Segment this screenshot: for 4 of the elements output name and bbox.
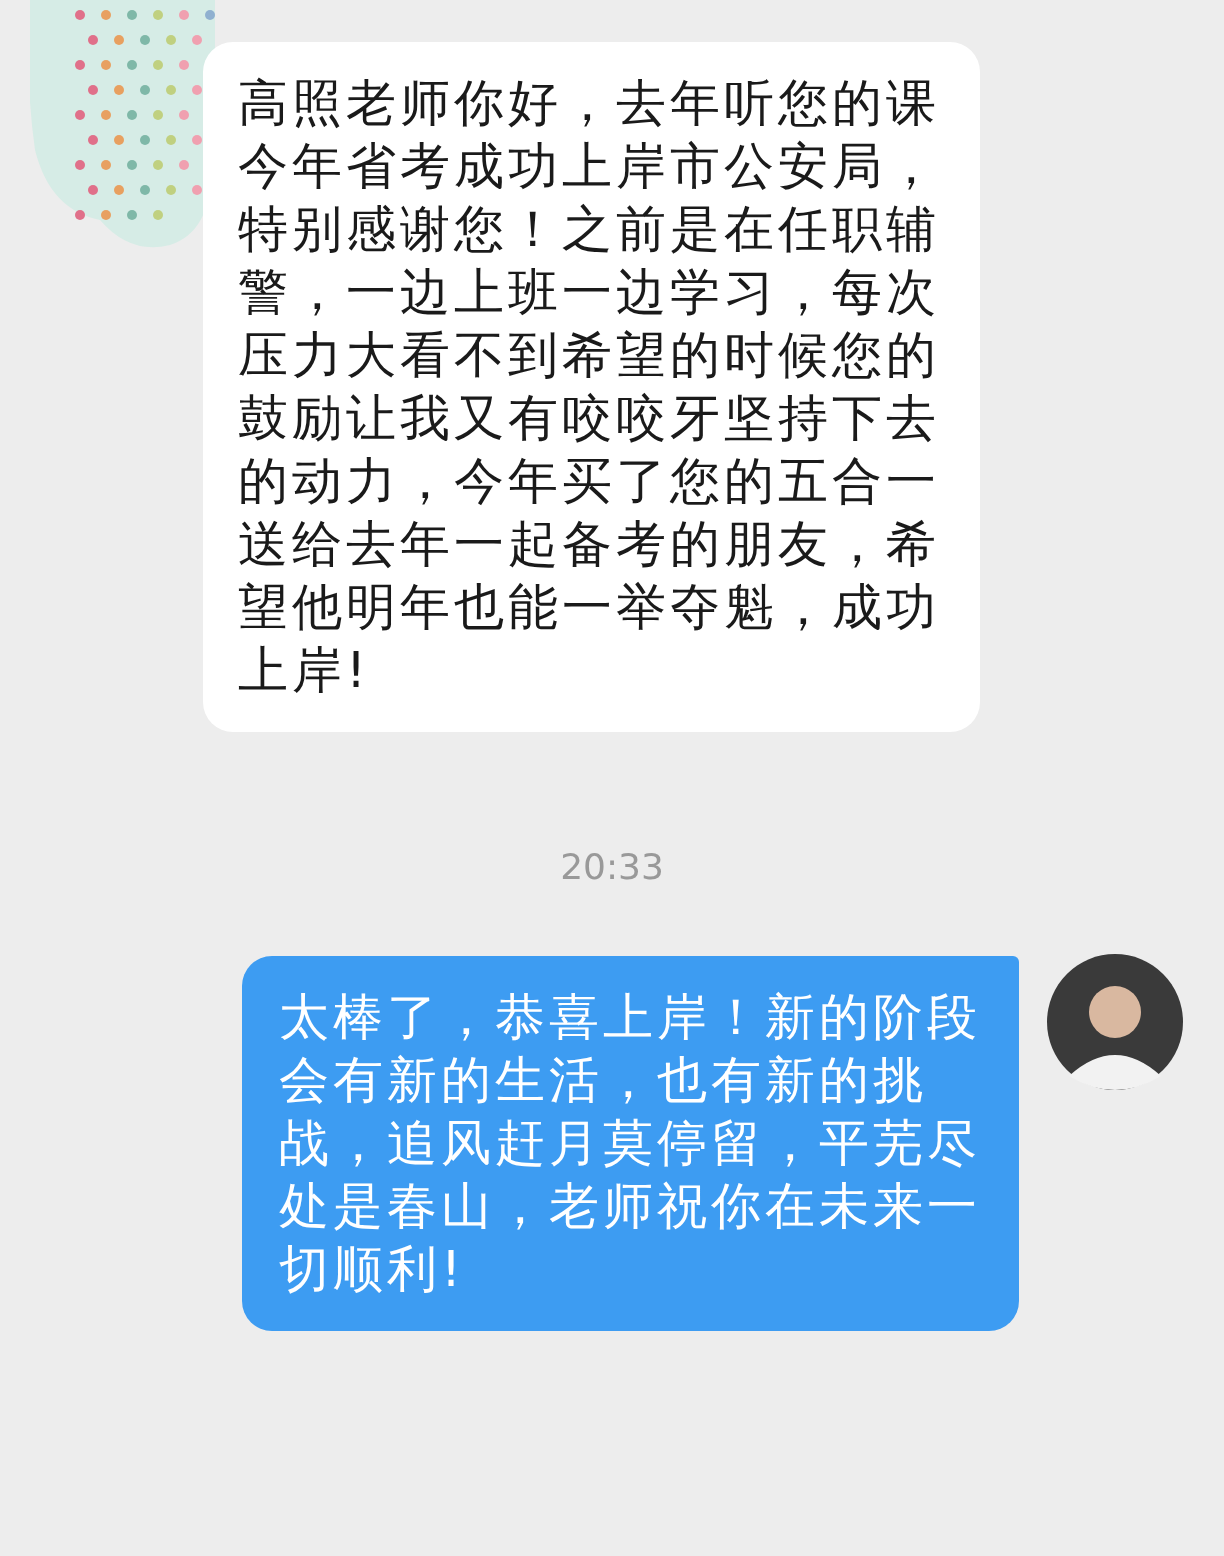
timestamp: 20:33 [560, 845, 664, 889]
message-bubble: 太棒了，恭喜上岸！新的阶段会有新的生活，也有新的挑战，追风赶月莫停留，平芜尽处是春山，老师祝你在未来一切顺利! [242, 956, 1019, 1331]
message-bubble: 高照老师你好，去年听您的课今年省考成功上岸市公安局，特别感谢您！之前是在任职辅警，一边上班一边学习，每次压力大看不到希望的时候您的鼓励让我又有咬咬牙坚持下去的动力，今年买了您的五合一送给去年一起备考的朋友，希望他明年也能一举夺魁，成功上岸! [203, 42, 980, 732]
avatar-icon [1047, 954, 1183, 1090]
